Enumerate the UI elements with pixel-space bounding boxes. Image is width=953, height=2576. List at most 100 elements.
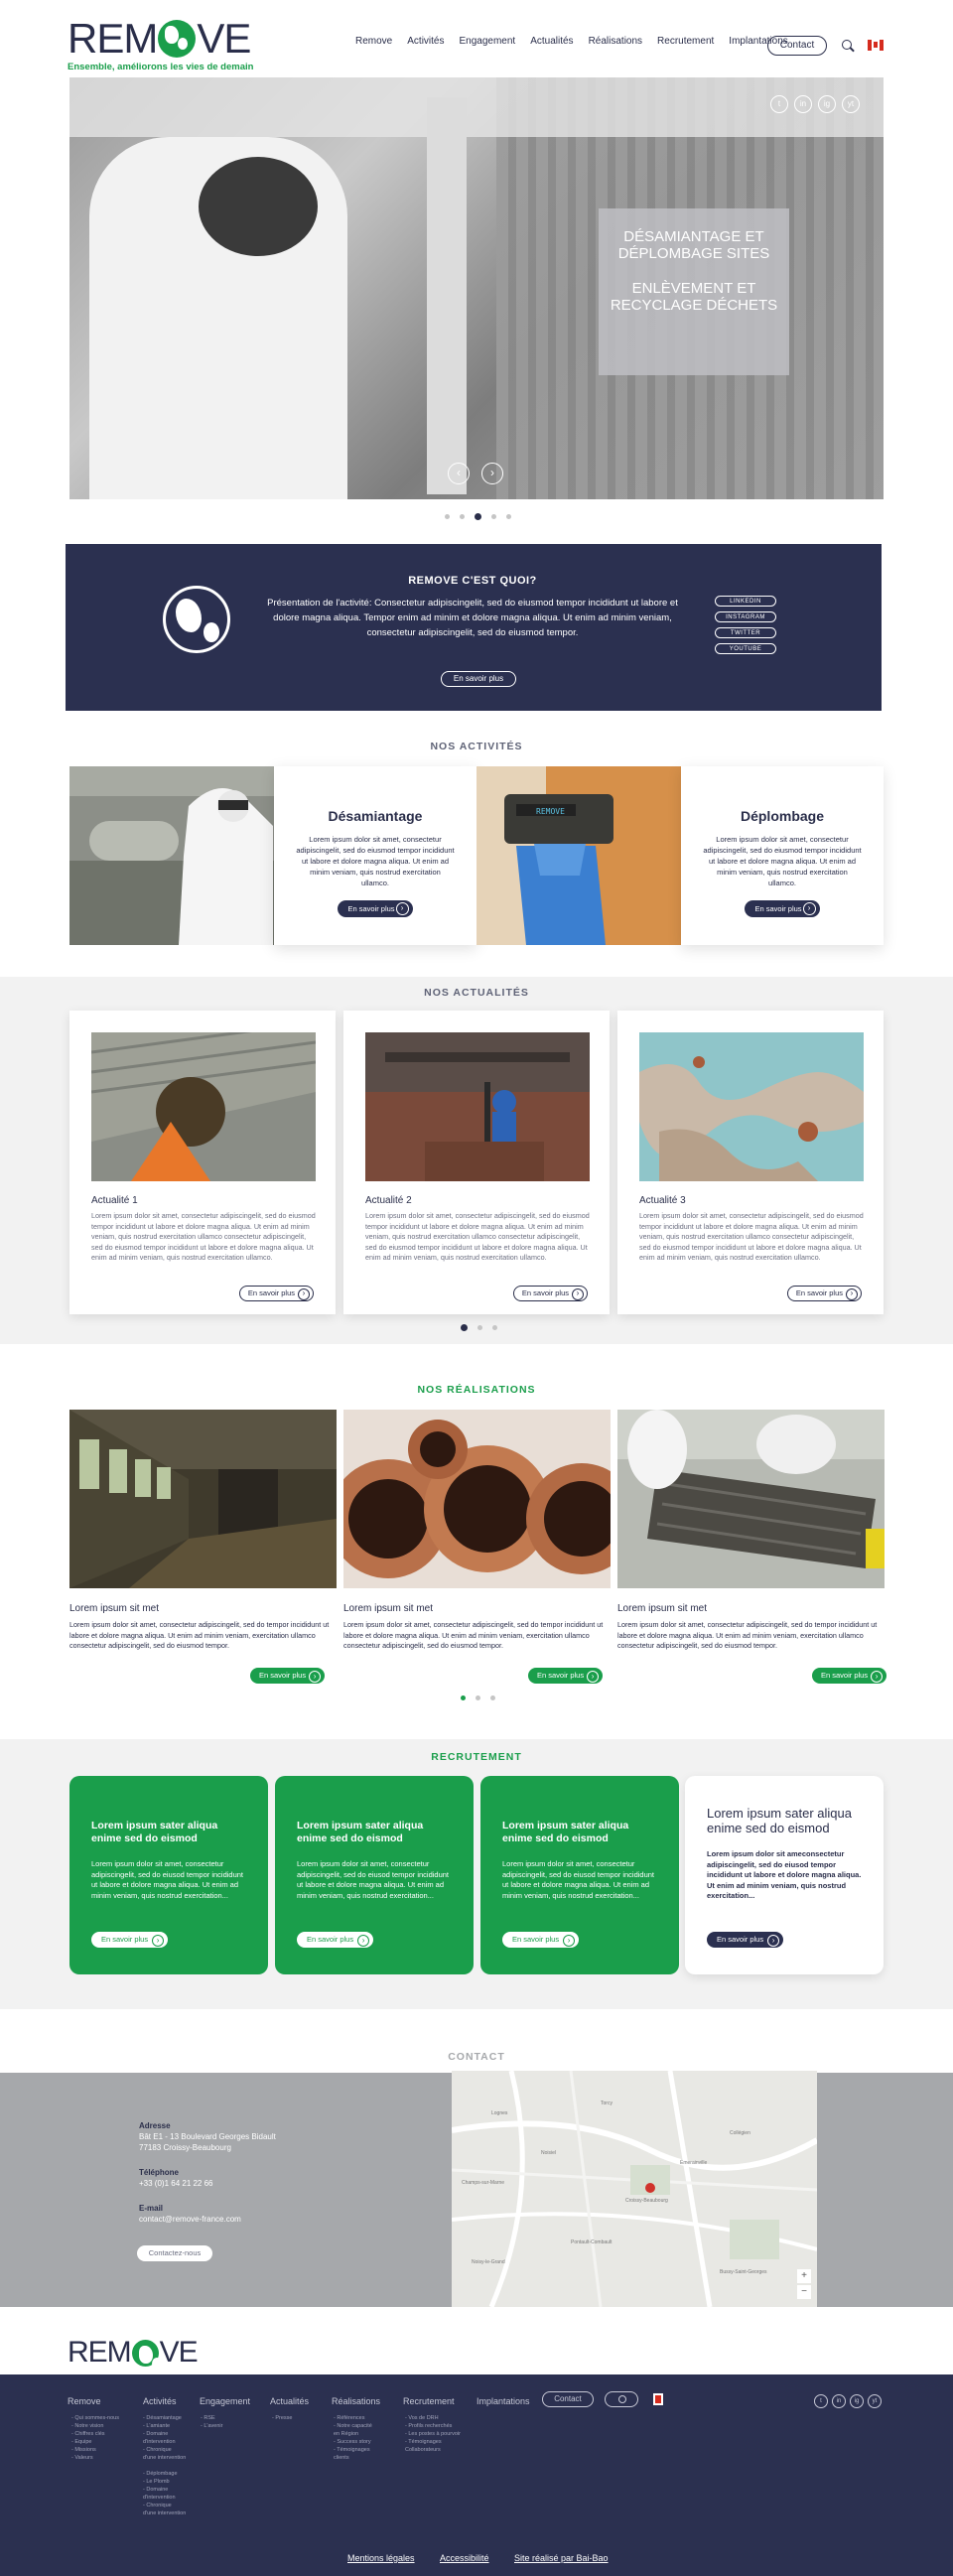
contact-us-button[interactable]: Contactez-nous bbox=[137, 2245, 212, 2261]
footer-nav-actualites[interactable]: Actualités bbox=[270, 2396, 309, 2406]
nav-actualites[interactable]: Actualités bbox=[530, 36, 573, 47]
footer-list-item[interactable]: - Presse bbox=[272, 2414, 292, 2422]
footer-list-item[interactable]: - L'amiante bbox=[143, 2422, 186, 2430]
footer-list-item[interactable]: - Témoignages bbox=[405, 2438, 461, 2446]
footer-list-item[interactable]: - Le Plomb bbox=[143, 2478, 186, 2486]
footer-list-item[interactable]: en Région bbox=[334, 2430, 372, 2438]
job-more-button[interactable]: En savoir plus bbox=[297, 1932, 374, 1948]
pagination-dot[interactable] bbox=[506, 514, 511, 519]
nav-remove[interactable]: Remove bbox=[355, 36, 392, 47]
job-more-button[interactable]: En savoir plus bbox=[91, 1932, 169, 1948]
footer-nav-engagement[interactable]: Engagement bbox=[200, 2396, 250, 2406]
footer-list-item[interactable]: d'intervention bbox=[143, 2438, 186, 2446]
pagination-dot-active[interactable] bbox=[461, 1695, 466, 1700]
footer-list-item[interactable]: - Qui sommes-nous bbox=[71, 2414, 119, 2422]
pagination-dot[interactable] bbox=[445, 514, 450, 519]
email-value[interactable]: contact@remove-france.com bbox=[139, 2214, 276, 2225]
linkedin-link[interactable]: LINKEDIN bbox=[715, 596, 776, 607]
hero-next-button[interactable]: › bbox=[481, 463, 503, 484]
youtube-icon[interactable]: yt bbox=[868, 2394, 882, 2408]
realization-more-button[interactable]: En savoir plus bbox=[528, 1668, 604, 1684]
footer-list-item[interactable]: - Domaine bbox=[143, 2430, 186, 2438]
news-more-button[interactable]: En savoir plus bbox=[238, 1286, 314, 1301]
search-icon[interactable] bbox=[842, 40, 852, 50]
footer-nav-activites[interactable]: Activités bbox=[143, 2396, 177, 2406]
footer-list-item[interactable]: - Domaine bbox=[143, 2486, 186, 2494]
footer-list-item[interactable]: - Success story bbox=[334, 2438, 372, 2446]
site-credit-link[interactable]: Site réalisé par Bai-Bao bbox=[514, 2553, 609, 2563]
footer-list-item[interactable]: clients bbox=[334, 2454, 372, 2462]
phone-value[interactable]: +33 (0)1 64 21 22 66 bbox=[139, 2178, 276, 2189]
about-more-button[interactable]: En savoir plus bbox=[441, 671, 516, 687]
instagram-icon[interactable]: ig bbox=[850, 2394, 864, 2408]
footer-list-item[interactable]: - Chronique bbox=[143, 2502, 186, 2509]
footer-nav-realisations[interactable]: Réalisations bbox=[332, 2396, 380, 2406]
footer-nav-implantations[interactable]: Implantations bbox=[476, 2396, 530, 2406]
accessibility-link[interactable]: Accessibilité bbox=[440, 2553, 489, 2563]
footer-nav-recrutement[interactable]: Recrutement bbox=[403, 2396, 455, 2406]
pagination-dot[interactable] bbox=[460, 514, 465, 519]
twitter-link[interactable]: TWITTER bbox=[715, 627, 776, 638]
twitter-icon[interactable]: t bbox=[814, 2394, 828, 2408]
pagination-dot[interactable] bbox=[491, 514, 496, 519]
footer-list-item[interactable]: - Les postes à pourvoir bbox=[405, 2430, 461, 2438]
footer-list-item[interactable]: - Témoignages bbox=[334, 2446, 372, 2454]
canada-flag-icon[interactable] bbox=[653, 2393, 663, 2405]
instagram-icon[interactable]: ig bbox=[818, 95, 836, 113]
legal-notice-link[interactable]: Mentions légales bbox=[347, 2553, 415, 2563]
footer-list-item[interactable]: - Déplombage bbox=[143, 2470, 186, 2478]
map-zoom-out-button[interactable]: − bbox=[797, 2285, 811, 2299]
realization-more-button[interactable]: En savoir plus bbox=[812, 1668, 887, 1684]
job-more-button[interactable]: En savoir plus bbox=[502, 1932, 580, 1948]
map-zoom-in-button[interactable]: + bbox=[797, 2269, 811, 2283]
linkedin-icon[interactable]: in bbox=[794, 95, 812, 113]
footer-search-button[interactable] bbox=[605, 2391, 638, 2407]
nav-engagement[interactable]: Engagement bbox=[459, 36, 515, 47]
activity-more-button[interactable]: En savoir plus bbox=[338, 900, 413, 917]
news-more-button[interactable]: En savoir plus bbox=[512, 1286, 588, 1301]
footer-list-item[interactable]: - Notre capacité bbox=[334, 2422, 372, 2430]
pagination-dot[interactable] bbox=[476, 1695, 480, 1700]
hero-prev-button[interactable]: ‹ bbox=[448, 463, 470, 484]
canada-flag-icon[interactable] bbox=[868, 40, 884, 51]
footer-list-item[interactable]: - Vos de DRH bbox=[405, 2414, 461, 2422]
location-map[interactable]: Lognes Torcy Noisiel Champs-sur-Marne Cr… bbox=[452, 2071, 817, 2307]
realization-more-button[interactable]: En savoir plus bbox=[250, 1668, 326, 1684]
pagination-dot[interactable] bbox=[490, 1695, 495, 1700]
pagination-dot-active[interactable] bbox=[461, 1324, 468, 1331]
pagination-dot[interactable] bbox=[477, 1325, 482, 1330]
linkedin-icon[interactable]: in bbox=[832, 2394, 846, 2408]
nav-realisations[interactable]: Réalisations bbox=[589, 36, 642, 47]
footer-list-item[interactable]: - Equipe bbox=[71, 2438, 119, 2446]
footer-list-item[interactable]: - Missions bbox=[71, 2446, 119, 2454]
footer-list-item[interactable]: - L'avenir bbox=[201, 2422, 222, 2430]
contact-button[interactable]: Contact bbox=[767, 36, 827, 56]
activity-more-button[interactable]: En savoir plus bbox=[745, 900, 820, 917]
footer-list-item[interactable]: d'une intervention bbox=[143, 2509, 186, 2517]
job-more-button[interactable]: En savoir plus bbox=[707, 1932, 784, 1948]
footer-contact-button[interactable]: Contact bbox=[542, 2391, 594, 2407]
nav-activites[interactable]: Activités bbox=[407, 36, 444, 47]
footer-list-item[interactable]: d'une intervention bbox=[143, 2454, 186, 2462]
footer-list-item[interactable] bbox=[143, 2462, 186, 2470]
footer-list-item[interactable]: - Valeurs bbox=[71, 2454, 119, 2462]
pagination-dot[interactable] bbox=[492, 1325, 497, 1330]
nav-recrutement[interactable]: Recrutement bbox=[657, 36, 714, 47]
footer-list-item[interactable]: - RSE bbox=[201, 2414, 222, 2422]
footer-list-item[interactable]: d'intervention bbox=[143, 2494, 186, 2502]
twitter-icon[interactable]: t bbox=[770, 95, 788, 113]
footer-list-item[interactable]: - Notre vision bbox=[71, 2422, 119, 2430]
footer-list-item[interactable]: - Profils recherchés bbox=[405, 2422, 461, 2430]
youtube-icon[interactable]: yt bbox=[842, 95, 860, 113]
footer-list-item[interactable]: - Désamiantage bbox=[143, 2414, 186, 2422]
youtube-link[interactable]: YOUTUBE bbox=[715, 643, 776, 654]
footer-list-item[interactable]: - Références bbox=[334, 2414, 372, 2422]
news-more-button[interactable]: En savoir plus bbox=[786, 1286, 862, 1301]
remove-logo[interactable]: REM VE Ensemble, améliorons les vies de d… bbox=[68, 18, 256, 73]
instagram-link[interactable]: INSTAGRAM bbox=[715, 611, 776, 622]
footer-logo[interactable]: REM VE bbox=[68, 2338, 199, 2370]
footer-list-item[interactable]: - Chronique bbox=[143, 2446, 186, 2454]
footer-list-item[interactable]: - Chiffres clés bbox=[71, 2430, 119, 2438]
pagination-dot-active[interactable] bbox=[475, 513, 481, 520]
footer-nav-remove[interactable]: Remove bbox=[68, 2396, 101, 2406]
